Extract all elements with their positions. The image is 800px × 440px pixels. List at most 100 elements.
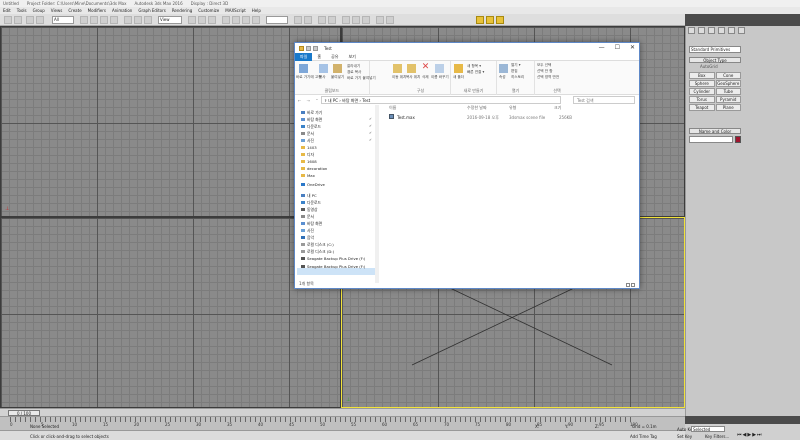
object-name-field[interactable] (689, 136, 733, 143)
create-tab-icon[interactable] (688, 27, 695, 34)
snaps-icon[interactable] (222, 16, 230, 24)
material-editor-icon[interactable] (362, 16, 370, 24)
cylinder-button[interactable]: Cylinder (689, 88, 715, 95)
address-bar[interactable]: › 내 PC › 바탕 화면 › Test (321, 96, 561, 104)
link-icon[interactable] (26, 16, 34, 24)
pin-icon[interactable]: ✔ (369, 124, 372, 128)
render-setup-icon[interactable] (376, 16, 384, 24)
geosphere-button[interactable]: GeoSphere (715, 80, 741, 87)
pivot-icon[interactable] (188, 16, 196, 24)
playback-controls-icon[interactable]: ⏮◀▶▶⏭ (737, 432, 763, 438)
pin-quick-access-button[interactable]: 바로 가기에 고정 (296, 75, 321, 80)
properties-ribbon-icon[interactable] (499, 64, 508, 73)
set-key-button[interactable]: Set Key (677, 434, 692, 439)
nav-item[interactable]: 동영상 (301, 206, 317, 213)
properties-icon[interactable] (306, 45, 311, 51)
move-to-icon[interactable] (393, 64, 402, 73)
edit-button[interactable]: 편집 (511, 69, 518, 74)
delete-icon[interactable]: ✕ (421, 63, 430, 72)
reference-coord-select[interactable]: View (158, 16, 182, 24)
minimize-button[interactable]: — (599, 44, 605, 51)
tab-file[interactable]: 파일 (295, 52, 313, 61)
pin-icon[interactable]: ✔ (369, 117, 372, 121)
nav-item[interactable]: 1403 (301, 144, 317, 151)
properties-button[interactable]: 속성 (499, 75, 506, 80)
nav-item[interactable]: 내 PC (301, 192, 317, 199)
render-iterative-icon[interactable] (486, 16, 494, 24)
copy-to-icon[interactable] (407, 64, 416, 73)
selection-filter-select[interactable]: All (52, 16, 74, 24)
percent-snap-icon[interactable] (242, 16, 250, 24)
display-tab-icon[interactable] (728, 27, 735, 34)
redo-icon[interactable] (14, 16, 22, 24)
keyboard-shortcut-icon[interactable] (208, 16, 216, 24)
menu-customize[interactable]: Customize (198, 8, 219, 13)
pin-icon[interactable]: ✔ (369, 131, 372, 135)
nav-item[interactable]: Seagate Backup Plus Drive (F:) (301, 255, 365, 262)
large-icons-view-icon[interactable] (631, 283, 635, 287)
utilities-tab-icon[interactable] (738, 27, 745, 34)
layer-icon[interactable] (318, 16, 326, 24)
move-to-button[interactable]: 이동 위치 (392, 75, 406, 80)
nav-item[interactable]: 사진 (301, 137, 314, 144)
column-size[interactable]: 크기 (554, 105, 561, 111)
new-folder-button[interactable]: 새 폴더 (453, 75, 464, 80)
menu-rendering[interactable]: Rendering (172, 8, 192, 13)
teapot-button[interactable]: Teapot (689, 104, 715, 111)
select-none-button[interactable]: 선택 안 함 (537, 69, 553, 74)
align-icon[interactable] (304, 16, 312, 24)
copy-icon[interactable] (319, 64, 328, 73)
region-select-icon[interactable] (100, 16, 108, 24)
column-type[interactable]: 유형 (509, 105, 516, 111)
curve-editor-icon[interactable] (342, 16, 350, 24)
nav-item[interactable]: 바탕 화면 (301, 116, 322, 123)
undo-icon[interactable] (4, 16, 12, 24)
viewport-left[interactable] (0, 217, 341, 408)
graphite-icon[interactable] (328, 16, 336, 24)
paste-button[interactable]: 붙여넣기 (331, 75, 344, 80)
tab-share[interactable]: 공유 (326, 53, 343, 61)
column-name[interactable]: 이름 (389, 105, 396, 111)
mirror-icon[interactable] (294, 16, 302, 24)
key-mode-select[interactable]: Selected (691, 426, 725, 432)
nav-item[interactable]: Max (301, 172, 315, 179)
maximize-button[interactable]: ☐ (615, 44, 620, 51)
column-date[interactable]: 수정한 날짜 (467, 105, 487, 111)
tab-view[interactable]: 보기 (343, 53, 360, 61)
rename-button[interactable]: 이름 바꾸기 (431, 75, 449, 80)
nav-item[interactable]: 다운로드 (301, 123, 321, 130)
autogrid-checkbox[interactable]: AutoGrid (700, 64, 718, 69)
select-by-name-icon[interactable] (90, 16, 98, 24)
rendered-frame-icon[interactable] (386, 16, 394, 24)
render-production-icon[interactable] (476, 16, 484, 24)
search-input[interactable]: Test 검색 (573, 96, 635, 104)
nav-item[interactable]: 문서 (301, 130, 314, 137)
new-folder-icon[interactable] (313, 45, 318, 51)
details-view-icon[interactable] (626, 283, 630, 287)
modify-tab-icon[interactable] (698, 27, 705, 34)
hierarchy-tab-icon[interactable] (708, 27, 715, 34)
tab-home[interactable]: 홈 (312, 53, 326, 61)
nav-item[interactable]: 문서 (301, 213, 314, 220)
move-icon[interactable] (124, 16, 132, 24)
nav-item[interactable]: 1608 (301, 158, 317, 165)
new-folder-ribbon-icon[interactable] (454, 64, 463, 73)
nav-item[interactable]: 로컬 디스크 (C:) (301, 241, 334, 248)
nav-item[interactable]: 바탕 화면 (301, 220, 322, 227)
named-selection-select[interactable] (266, 16, 288, 24)
open-button[interactable]: 열기 ▾ (511, 63, 521, 68)
nav-item[interactable]: 사진 (301, 227, 314, 234)
nav-item[interactable]: Seagate Backup Plus Drive (F:) (301, 263, 365, 270)
nav-item[interactable]: 바로 가기 (301, 109, 322, 116)
viewport-top[interactable]: ⊥ (0, 26, 341, 217)
invert-selection-button[interactable]: 선택 영역 반전 (537, 75, 559, 80)
copy-button[interactable]: 복사 (319, 75, 326, 80)
nav-item[interactable]: 다운로드 (301, 199, 321, 206)
select-manipulate-icon[interactable] (198, 16, 206, 24)
menu-tools[interactable]: Tools (17, 8, 27, 13)
menu-edit[interactable]: Edit (3, 8, 11, 13)
delete-button[interactable]: 삭제 (422, 75, 429, 80)
menu-create[interactable]: Create (68, 8, 81, 13)
paste-icon[interactable] (333, 64, 342, 73)
paste-shortcut-button[interactable]: 바로 가기 붙여넣기 (347, 76, 376, 81)
